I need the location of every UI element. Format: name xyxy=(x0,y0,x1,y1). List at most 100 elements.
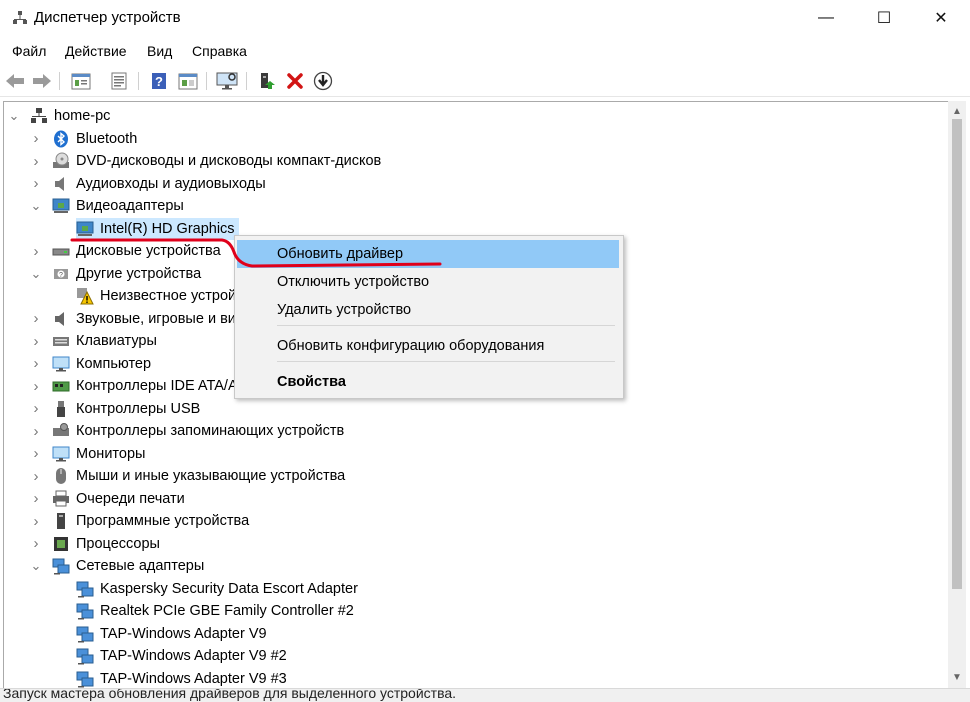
expand-arrow-icon[interactable]: › xyxy=(30,465,42,487)
collapse-arrow-icon[interactable]: ⌄ xyxy=(30,555,42,577)
scroll-up-icon[interactable]: ▲ xyxy=(948,103,966,119)
monitor-icon[interactable] xyxy=(216,70,238,92)
tree-item[interactable]: TAP-Windows Adapter V9 xyxy=(76,623,267,645)
tree-item-label: Мониторы xyxy=(76,445,146,462)
expand-arrow-icon[interactable]: › xyxy=(30,240,42,262)
details-icon[interactable] xyxy=(177,70,199,92)
software-device-icon xyxy=(52,512,70,530)
forward-icon[interactable] xyxy=(31,70,53,92)
svg-text:?: ? xyxy=(155,74,163,89)
minimize-button[interactable]: — xyxy=(803,0,849,36)
title-bar: Диспетчер устройств — ☐ ✕ xyxy=(0,0,970,36)
tree-item-label: TAP-Windows Adapter V9 #3 xyxy=(100,670,287,687)
menu-file[interactable]: Файл xyxy=(12,43,46,59)
expand-arrow-icon[interactable]: › xyxy=(30,353,42,375)
remove-icon[interactable] xyxy=(284,70,306,92)
tree-item-label: Клавиатуры xyxy=(76,333,157,349)
menu-view[interactable]: Вид xyxy=(147,43,172,59)
tree-item-label: Другие устройства xyxy=(76,265,202,282)
tree-item[interactable]: Kaspersky Security Data Escort Adapter xyxy=(76,578,358,600)
scrollbar-thumb[interactable] xyxy=(952,119,962,589)
cpu-icon xyxy=(52,535,70,553)
expand-arrow-icon[interactable]: › xyxy=(30,398,42,420)
network-icon xyxy=(52,557,70,575)
menu-bar: Файл Действие Вид Справка xyxy=(0,40,970,62)
usb-icon xyxy=(52,400,70,418)
tree-item[interactable]: Мониторы xyxy=(52,443,145,465)
tree-item[interactable]: Realtek PCIe GBE Family Controller #2 xyxy=(76,600,354,622)
tree-item[interactable]: Видеоадаптеры xyxy=(52,195,184,217)
expand-arrow-icon[interactable]: › xyxy=(30,443,42,465)
expand-arrow-icon[interactable]: › xyxy=(30,173,42,195)
tree-item-label: Контроллеры запоминающих устройств xyxy=(76,423,345,439)
printer-icon xyxy=(52,490,70,508)
collapse-arrow-icon[interactable]: ⌄ xyxy=(8,105,20,127)
sound-icon xyxy=(52,310,70,328)
expand-arrow-icon[interactable]: › xyxy=(30,533,42,555)
toolbar-separator xyxy=(206,72,207,90)
network-icon xyxy=(76,625,94,643)
close-button[interactable]: ✕ xyxy=(918,0,964,36)
tree-item[interactable]: Неизвестное устрой xyxy=(76,285,236,307)
disk-icon xyxy=(52,242,70,260)
collapse-arrow-icon[interactable]: ⌄ xyxy=(30,195,42,217)
expand-arrow-icon[interactable]: › xyxy=(30,308,42,330)
monitor-icon xyxy=(52,355,70,373)
download-icon[interactable] xyxy=(312,70,334,92)
expand-arrow-icon[interactable]: › xyxy=(30,128,42,150)
toolbar-separator xyxy=(59,72,60,90)
tree-item-label: Контроллеры USB xyxy=(76,400,201,417)
expand-arrow-icon[interactable]: › xyxy=(30,420,42,442)
expand-arrow-icon[interactable]: › xyxy=(30,330,42,352)
tree-item[interactable]: home-pc xyxy=(30,105,110,127)
tree-item[interactable]: Bluetooth xyxy=(52,128,137,150)
dvd-icon xyxy=(52,152,70,170)
uninstall-device-menu-item[interactable]: Удалить устройство xyxy=(237,296,619,324)
scroll-down-icon[interactable]: ▼ xyxy=(948,669,966,685)
tree-item-label: Программные устройства xyxy=(76,513,250,529)
tree-item[interactable]: Сетевые адаптеры xyxy=(52,555,204,577)
disable-device-menu-item[interactable]: Отключить устройство xyxy=(237,268,619,296)
tree-item-label: Мыши и иные указывающие устройства xyxy=(76,468,346,484)
back-icon[interactable] xyxy=(4,70,26,92)
vertical-scrollbar[interactable]: ▲ ▼ xyxy=(948,101,966,688)
expand-arrow-icon[interactable]: › xyxy=(30,150,42,172)
expand-arrow-icon[interactable]: › xyxy=(30,488,42,510)
tree-item[interactable]: Контроллеры запоминающих устройств xyxy=(52,420,344,442)
tree-item[interactable]: Дисковые устройства xyxy=(52,240,221,262)
list-icon[interactable] xyxy=(108,70,130,92)
status-bar: Запуск мастера обновления драйверов для … xyxy=(0,688,970,702)
menu-help[interactable]: Справка xyxy=(192,43,247,59)
tree-item[interactable]: Контроллеры USB xyxy=(52,398,200,420)
tree-item[interactable]: Контроллеры IDE ATA/A xyxy=(52,375,238,397)
tree-item[interactable]: Звуковые, игровые и ви xyxy=(52,308,236,330)
help-icon[interactable]: ? xyxy=(148,70,170,92)
tree-item[interactable]: Компьютер xyxy=(52,353,151,375)
collapse-arrow-icon[interactable]: ⌄ xyxy=(30,263,42,285)
scan-hardware-menu-item[interactable]: Обновить конфигурацию оборудования xyxy=(237,332,619,360)
tree-item[interactable]: Программные устройства xyxy=(52,510,249,532)
tree-item[interactable]: TAP-Windows Adapter V9 #2 xyxy=(76,645,287,667)
tree-item-label: TAP-Windows Adapter V9 #2 xyxy=(100,648,287,664)
network-icon xyxy=(76,602,94,620)
tree-item[interactable]: TAP-Windows Adapter V9 #3 xyxy=(76,668,287,690)
tree-item[interactable]: Аудиовходы и аудиовыходы xyxy=(52,173,266,195)
tree-item[interactable]: Intel(R) HD Graphics xyxy=(76,217,239,240)
update-driver-icon[interactable] xyxy=(256,70,278,92)
tree-item[interactable]: ? Другие устройства xyxy=(52,263,201,285)
tree-item-label: Неизвестное устрой xyxy=(100,288,237,304)
tree-item-label: Realtek PCIe GBE Family Controller #2 xyxy=(100,603,354,619)
expand-arrow-icon[interactable]: › xyxy=(30,375,42,397)
tree-item[interactable]: Очереди печати xyxy=(52,488,185,510)
tree-item[interactable]: Клавиатуры xyxy=(52,330,157,352)
tree-item-label: Видеоадаптеры xyxy=(76,198,184,214)
tree-item[interactable]: Мыши и иные указывающие устройства xyxy=(52,465,345,487)
maximize-button[interactable]: ☐ xyxy=(861,0,907,36)
tree-item[interactable]: Процессоры xyxy=(52,533,160,555)
menu-action[interactable]: Действие xyxy=(65,43,127,59)
properties-menu-item[interactable]: Свойства xyxy=(237,368,619,396)
tree-item[interactable]: DVD-дисководы и дисководы компакт-дисков xyxy=(52,150,381,172)
update-driver-menu-item[interactable]: Обновить драйвер xyxy=(237,240,619,268)
properties-icon[interactable] xyxy=(70,70,92,92)
expand-arrow-icon[interactable]: › xyxy=(30,510,42,532)
